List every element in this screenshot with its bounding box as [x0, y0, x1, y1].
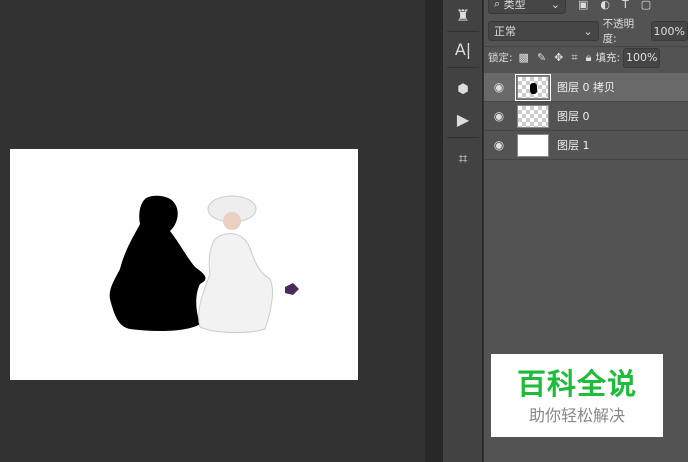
blend-mode-select[interactable]: 正常 ⌄ [488, 21, 599, 41]
image-content [109, 195, 299, 334]
layer-row[interactable]: ◉ 图层 1 [484, 131, 688, 160]
crop-icon[interactable]: ⌗ [443, 144, 483, 174]
puppet-icon[interactable]: ♜ [443, 0, 483, 30]
layer-thumbnail [517, 133, 549, 157]
eye-icon[interactable]: ◉ [484, 138, 514, 152]
adjustment-filter-icon[interactable]: ◐ [600, 0, 610, 11]
opacity-label: 不透明度: [602, 18, 635, 45]
layer-name: 图层 0 [557, 110, 590, 123]
type-icon: A| [454, 39, 472, 59]
divider [447, 67, 479, 68]
layer-row[interactable]: ◉ 图层 0 [484, 102, 688, 131]
fill-label: 填充: [595, 52, 620, 64]
chevron-down-icon: ⌄ [550, 0, 560, 11]
flowers [285, 283, 299, 295]
text-filter-icon[interactable]: T [622, 0, 629, 11]
watermark: 百科全说 助你轻松解决 [491, 354, 663, 437]
eye-icon[interactable]: ◉ [484, 80, 514, 94]
face [223, 212, 241, 230]
3d-object-icon[interactable]: ⬢ [443, 74, 483, 104]
layer-thumbnail [515, 73, 551, 101]
shadow-silhouette [109, 195, 206, 332]
document-canvas[interactable] [10, 149, 358, 380]
watermark-title: 百科全说 [516, 367, 637, 401]
eye-icon[interactable]: ◉ [484, 109, 514, 123]
lock-brush-icon[interactable]: ✎ [537, 51, 546, 64]
layer-name: 图层 1 [557, 139, 590, 152]
watermark-subtitle: 助你轻松解决 [528, 406, 625, 425]
canvas-area[interactable] [0, 0, 425, 462]
search-icon: ⌕ [494, 0, 501, 10]
layer-row[interactable]: ◉ 图层 0 拷贝 [484, 73, 688, 102]
filter-kind-select[interactable]: ⌕ 类型 ⌄ [488, 0, 566, 14]
filter-kind-value: 类型 [503, 0, 526, 11]
image-filter-icon[interactable]: ▣ [578, 0, 588, 11]
chevron-down-icon: ⌄ [583, 24, 593, 38]
play-icon[interactable]: ▶ [443, 104, 483, 134]
divider [447, 31, 479, 32]
layer-thumbnail [517, 104, 549, 128]
shape-filter-icon[interactable]: ▢ [641, 0, 651, 11]
lock-label: 锁定: [488, 52, 513, 64]
divider [447, 137, 479, 138]
side-toolbar: ♜ A| ⬢ ▶ ⌗ [443, 0, 483, 462]
opacity-input[interactable]: 100% [650, 21, 688, 41]
lock-artboard-icon[interactable]: ⌗ [571, 51, 577, 65]
panel-divider [425, 0, 443, 462]
lock-position-icon[interactable]: ✥ [554, 51, 563, 64]
lock-transparent-icon[interactable]: ▩ [519, 51, 529, 64]
woman-dress [198, 233, 273, 334]
type-tool-button[interactable]: A| [443, 34, 483, 64]
fill-input[interactable]: 100% [623, 47, 661, 68]
blend-mode-value: 正常 [494, 25, 516, 38]
layer-name: 图层 0 拷贝 [557, 81, 615, 94]
lock-all-icon[interactable]: 🔒︎ [586, 51, 592, 65]
